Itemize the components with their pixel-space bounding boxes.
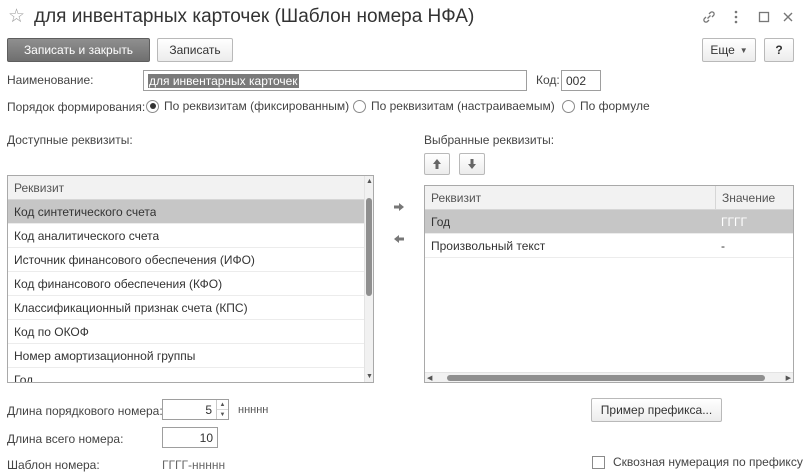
selected-title: Выбранные реквизиты: <box>424 133 555 147</box>
scroll-down-icon[interactable]: ▼ <box>366 373 373 380</box>
link-icon[interactable] <box>699 7 719 27</box>
close-icon[interactable] <box>778 7 798 27</box>
code-field[interactable]: 002 <box>561 70 601 91</box>
seq-length-label: Длина порядкового номера: <box>7 404 163 418</box>
table-row[interactable]: Код по ОКОФ <box>8 320 364 344</box>
table-row[interactable]: Код аналитического счета <box>8 224 364 248</box>
spin-up-icon[interactable]: ▲ <box>217 400 228 410</box>
table-row[interactable]: Номер амортизационной группы <box>8 344 364 368</box>
radio-formula-label: По формуле <box>580 99 650 113</box>
more-icon[interactable] <box>726 7 746 27</box>
table-row[interactable]: Год <box>8 368 364 383</box>
column-header-rekvizit: Реквизит <box>431 190 482 205</box>
total-length-field[interactable]: 10 <box>162 427 218 448</box>
scroll-left-icon[interactable]: ◀ <box>427 374 432 382</box>
table-row[interactable]: Год ГГГГ <box>425 210 793 234</box>
add-to-selected-button[interactable] <box>388 197 410 217</box>
radio-configurable-label: По реквизитам (настраиваемым) <box>371 99 555 113</box>
total-length-label: Длина всего номера: <box>7 432 124 446</box>
through-numbering-checkbox[interactable]: Сквозная нумерация по префиксу <box>592 455 803 469</box>
selected-table-header: Реквизит Значение <box>425 186 793 210</box>
seq-length-spinner[interactable]: ▲ ▼ <box>216 400 228 419</box>
available-table[interactable]: Реквизит Код синтетического счета Код ан… <box>7 175 374 383</box>
spin-down-icon[interactable]: ▼ <box>217 410 228 419</box>
table-row[interactable]: Код синтетического счета <box>8 200 364 224</box>
seq-mask: ннннн <box>238 404 269 416</box>
column-header-value: Значение <box>715 186 775 209</box>
selected-horizontal-scrollbar[interactable]: ◀ ▶ <box>425 372 793 382</box>
scroll-thumb[interactable] <box>447 375 765 381</box>
name-field[interactable]: для инвентарных карточек <box>143 70 527 91</box>
seq-length-value: 5 <box>205 402 212 417</box>
radio-fixed-label: По реквизитам (фиксированным) <box>164 99 350 113</box>
seq-length-field[interactable]: 5 ▲ ▼ <box>162 399 229 420</box>
table-row[interactable]: Классификационный признак счета (КПС) <box>8 296 364 320</box>
more-actions-label: Еще <box>710 43 735 57</box>
radio-configurable[interactable]: По реквизитам (настраиваемым) <box>353 99 555 113</box>
through-numbering-label: Сквозная нумерация по префиксу <box>613 455 803 469</box>
radio-button-icon <box>562 99 575 113</box>
prefix-example-button[interactable]: Пример префикса... <box>591 398 722 422</box>
help-button[interactable]: ? <box>764 38 794 62</box>
table-row[interactable]: Код финансового обеспечения (КФО) <box>8 272 364 296</box>
name-field-value: для инвентарных карточек <box>148 73 299 88</box>
column-header-rekvizit: Реквизит <box>14 180 65 195</box>
radio-formula[interactable]: По формуле <box>562 99 650 113</box>
table-row[interactable]: Источник финансового обеспечения (ИФО) <box>8 248 364 272</box>
available-table-header: Реквизит <box>8 176 364 200</box>
radio-fixed[interactable]: По реквизитам (фиксированным) <box>146 99 349 113</box>
favorite-star-icon[interactable]: ☆ <box>8 6 25 28</box>
maximize-icon[interactable] <box>754 7 774 27</box>
template-value: ГГГГ-ннннн <box>162 458 226 472</box>
arrow-left-icon <box>394 235 404 243</box>
remove-from-selected-button[interactable] <box>388 229 410 249</box>
selected-table[interactable]: Реквизит Значение Год ГГГГ Произвольный … <box>424 185 794 383</box>
move-down-button[interactable] <box>459 153 485 175</box>
radio-button-icon <box>353 99 366 113</box>
template-label: Шаблон номера: <box>7 458 100 472</box>
scroll-thumb[interactable] <box>366 198 372 296</box>
window-title: для инвентарных карточек (Шаблон номера … <box>34 6 475 27</box>
order-label: Порядок формирования: <box>7 100 146 114</box>
scroll-right-icon[interactable]: ▶ <box>786 374 791 382</box>
chevron-down-icon: ▼ <box>739 45 748 55</box>
arrow-up-icon <box>433 159 441 169</box>
name-label: Наименование: <box>7 73 94 87</box>
save-button[interactable]: Записать <box>157 38 233 62</box>
selected-table-body: Год ГГГГ Произвольный текст - <box>425 210 793 258</box>
radio-button-icon <box>146 99 159 113</box>
available-vertical-scrollbar[interactable]: ▲ ▼ <box>364 176 373 382</box>
arrow-down-icon <box>468 159 476 169</box>
table-row[interactable]: Произвольный текст - <box>425 234 793 258</box>
move-up-button[interactable] <box>424 153 450 175</box>
code-label: Код: <box>536 73 560 87</box>
checkbox-icon <box>592 455 605 469</box>
more-actions-button[interactable]: Еще ▼ <box>702 38 756 62</box>
scroll-up-icon[interactable]: ▲ <box>366 178 373 185</box>
save-and-close-button[interactable]: Записать и закрыть <box>7 38 150 62</box>
available-table-body: Код синтетического счета Код аналитическ… <box>8 200 364 383</box>
arrow-right-icon <box>394 203 404 211</box>
available-title: Доступные реквизиты: <box>7 133 133 147</box>
